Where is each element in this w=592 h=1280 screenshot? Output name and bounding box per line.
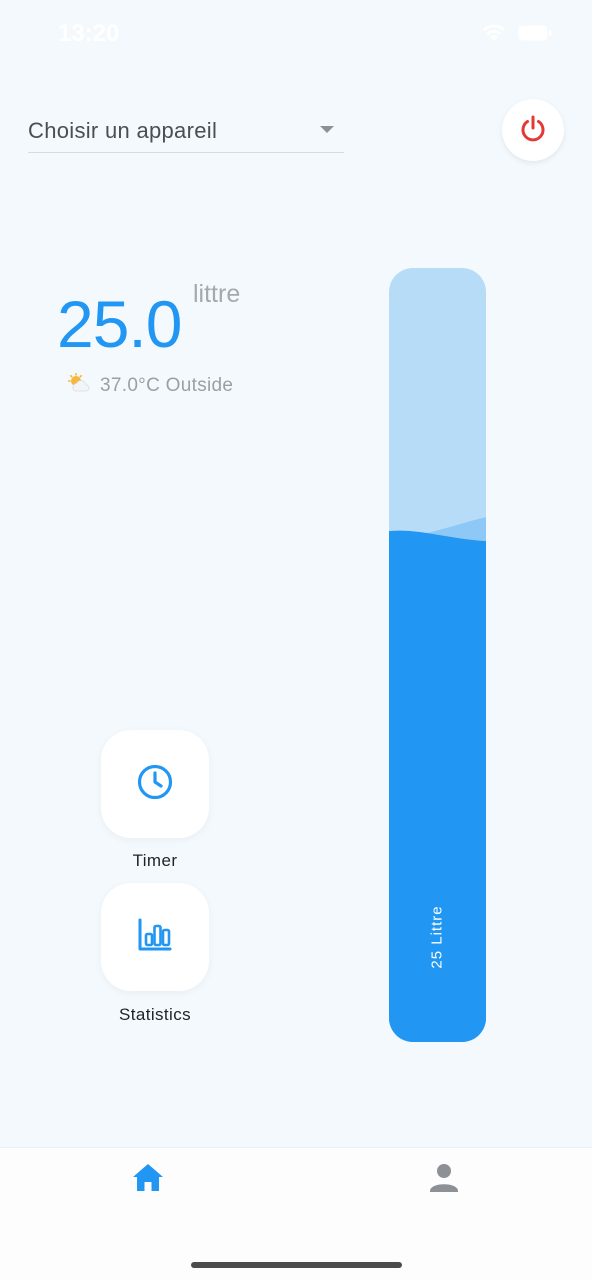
chevron-down-icon — [320, 126, 334, 133]
power-button[interactable] — [502, 99, 564, 161]
status-bar: 13:20 — [0, 0, 592, 64]
nav-home-tab[interactable] — [130, 1160, 166, 1196]
statistics-button[interactable] — [101, 883, 209, 991]
device-selector-label: Choisir un appareil — [28, 118, 218, 143]
device-selector-dropdown[interactable]: Choisir un appareil — [28, 108, 344, 153]
bottom-navigation — [0, 1147, 592, 1280]
nav-profile-tab[interactable] — [426, 1160, 462, 1196]
status-time: 13:20 — [58, 20, 120, 47]
reading-value: 25.0 — [57, 287, 182, 361]
person-icon — [426, 1164, 462, 1200]
home-indicator — [191, 1262, 402, 1268]
timer-button[interactable] — [101, 730, 209, 838]
partly-sunny-icon — [67, 372, 90, 398]
wifi-icon — [482, 24, 506, 42]
weather-text: 37.0°C Outside — [100, 374, 234, 396]
statistics-label: Statistics — [118, 1005, 192, 1024]
clock-icon — [136, 763, 174, 806]
reading-unit: littre — [193, 280, 241, 308]
battery-icon — [518, 25, 552, 41]
status-icons — [482, 24, 552, 42]
home-icon — [130, 1164, 166, 1200]
power-icon — [518, 113, 548, 148]
weather-row: 37.0°C Outside — [67, 372, 234, 398]
bar-chart-icon — [137, 917, 173, 958]
timer-label: Timer — [132, 851, 178, 870]
tank-level-label: 25 Littre — [428, 905, 446, 969]
